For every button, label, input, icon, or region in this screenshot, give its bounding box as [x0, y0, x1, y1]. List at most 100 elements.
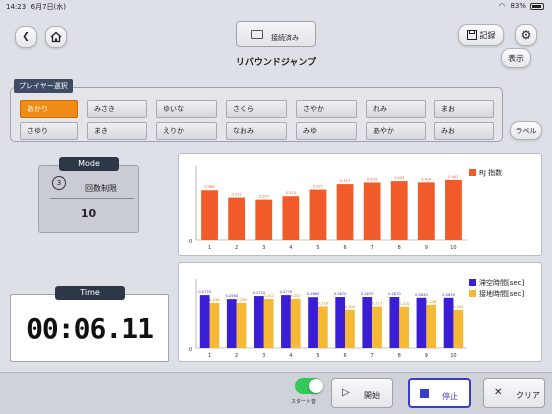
x-tick-label: 8 — [398, 245, 401, 251]
x-tick-label: 7 — [371, 245, 374, 251]
time-value: 00:06.11 — [26, 312, 154, 345]
data-label: 0.424 — [421, 177, 432, 181]
settings-button[interactable]: ⚙ — [515, 24, 537, 46]
player-button[interactable]: さくら — [226, 100, 287, 118]
wifi-icon: ◠ — [498, 2, 505, 10]
bar — [389, 297, 400, 348]
bar — [199, 295, 210, 348]
y-tick-label: 0 — [189, 239, 192, 245]
data-label: 0.200 — [345, 305, 356, 309]
player-button[interactable]: あかり — [20, 100, 78, 118]
x-tick-label: 2 — [235, 353, 238, 359]
player-button[interactable]: ゆいな — [156, 100, 217, 118]
back-button[interactable]: ❮ — [15, 26, 37, 48]
mode-divider — [50, 198, 134, 199]
mode-panel — [38, 165, 139, 233]
count-limit-icon: 3 — [52, 176, 66, 190]
mode-label: 回数制限 — [85, 184, 117, 193]
x-tick-label: 2 — [235, 245, 238, 251]
player-button[interactable]: えりか — [156, 122, 217, 140]
player-button[interactable]: みさき — [87, 100, 147, 118]
stop-button[interactable]: 停止 — [408, 378, 471, 408]
start-button[interactable]: ▷ 開始 — [331, 378, 393, 408]
x-tick-label: 3 — [262, 353, 265, 359]
data-label: 0.257 — [291, 294, 301, 298]
data-label: 0.218 — [318, 301, 329, 305]
rj-index-chart: 0 1 0.366 2 0.312 3 0.297 4 0.322 5 0.371 6 0.411 7 0.… — [178, 153, 542, 256]
legend-swatch — [469, 169, 476, 176]
bar — [445, 179, 462, 240]
bar — [201, 190, 218, 240]
legend-swatch — [469, 290, 476, 297]
player-button[interactable]: さゆり — [20, 122, 78, 140]
bar — [308, 297, 318, 348]
x-tick-label: 4 — [289, 353, 292, 359]
record-button[interactable]: 記録 — [458, 24, 504, 46]
connection-label: 接続済み — [271, 34, 299, 42]
data-label: 0.2660 — [307, 292, 320, 296]
legend-swatch — [469, 279, 476, 286]
x-tick-label: 10 — [450, 245, 456, 251]
data-label: 0.423 — [367, 177, 377, 181]
bar — [335, 297, 346, 348]
x-tick-label: 10 — [450, 353, 456, 359]
record-label: 記録 — [479, 30, 496, 40]
display-button[interactable]: 表示 — [501, 48, 531, 68]
player-button[interactable]: まお — [434, 100, 494, 118]
time-chart-svg: 010.27700.23620.25600.23630.27200.25740.… — [189, 278, 525, 359]
data-label: 0.366 — [204, 185, 215, 189]
label-button[interactable]: ラベル — [510, 121, 542, 140]
time-title: Time — [55, 286, 125, 300]
bar — [443, 297, 454, 348]
x-tick-label: 5 — [316, 353, 319, 359]
bar — [336, 184, 354, 240]
player-legend: プレイヤー選択 — [14, 79, 73, 93]
data-label: 0.217 — [372, 302, 382, 306]
bar — [453, 309, 464, 348]
bar — [282, 196, 300, 240]
y-tick-label: 0 — [189, 347, 192, 353]
legend-label: 接地時間[sec] — [479, 289, 525, 298]
bar — [236, 302, 247, 348]
x-tick-label: 3 — [262, 245, 265, 251]
data-label: 0.2630 — [415, 293, 428, 297]
x-tick-label: 7 — [371, 353, 374, 359]
stop-label: 停止 — [442, 392, 458, 401]
page-title: リバウンドジャンプ — [235, 58, 317, 68]
chevron-left-icon: ❮ — [22, 32, 30, 42]
bar — [209, 302, 220, 348]
player-button[interactable]: まき — [87, 122, 147, 140]
data-label: 0.2670 — [388, 292, 401, 296]
bar — [399, 306, 410, 348]
mode-title: Mode — [59, 157, 119, 171]
bar — [317, 306, 328, 348]
player-button[interactable]: みゆ — [296, 122, 357, 140]
bar — [226, 299, 237, 348]
data-label: 0.433 — [394, 176, 404, 180]
data-label: 0.411 — [340, 179, 350, 183]
bar — [372, 306, 382, 348]
bar — [228, 197, 246, 240]
bar — [390, 181, 408, 240]
player-button[interactable]: さやか — [296, 100, 357, 118]
x-tick-label: 1 — [208, 353, 211, 359]
bar — [255, 199, 273, 240]
player-button[interactable]: あやか — [366, 122, 426, 140]
data-label: 0.312 — [232, 193, 242, 197]
time-chart: 0 1 0.2770 0.236 2 0.2560 0.236 3 0.2720 0.257 4 0.… — [178, 262, 542, 362]
x-tick-label: 4 — [289, 245, 292, 251]
home-button[interactable] — [45, 26, 67, 48]
x-tick-label: 5 — [316, 245, 319, 251]
clear-button[interactable]: ✕ クリア — [483, 378, 545, 408]
start-sound-label: スタート音 — [291, 399, 317, 405]
stop-icon — [420, 389, 429, 398]
player-button[interactable]: なおみ — [226, 122, 287, 140]
player-button[interactable]: れみ — [366, 100, 426, 118]
bar — [345, 309, 355, 348]
x-tick-label: 9 — [425, 353, 428, 359]
device-connected-icon — [251, 30, 263, 39]
player-button[interactable]: みお — [434, 122, 494, 140]
home-icon — [50, 31, 62, 43]
data-label: 0.257 — [263, 294, 273, 298]
status-time: 14:23 6月7日(水) — [6, 3, 67, 11]
